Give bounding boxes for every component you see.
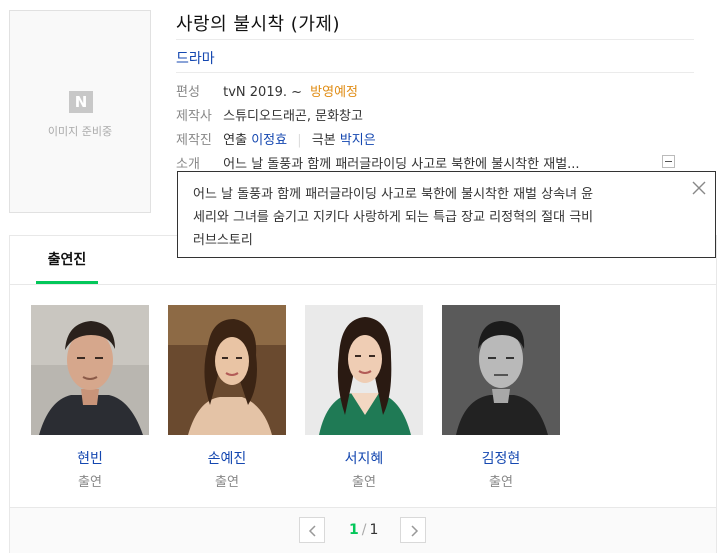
cast-photo[interactable] xyxy=(442,305,560,435)
naver-logo-icon: N xyxy=(69,91,93,113)
total-pages: 1 xyxy=(369,522,379,538)
cast-item[interactable]: 현빈 출연 xyxy=(31,305,149,490)
current-page: 1 xyxy=(349,522,359,538)
tab-active-indicator xyxy=(36,281,98,284)
cast-name-link[interactable]: 손예진 xyxy=(168,448,286,468)
cast-role: 출연 xyxy=(489,475,513,490)
cast-item[interactable]: 김정현 출연 xyxy=(442,305,560,490)
intro-popup: 어느 날 돌풍과 함께 패러글라이딩 사고로 북한에 불시착한 재벌 상속녀 윤… xyxy=(177,171,716,258)
cast-role: 출연 xyxy=(78,475,102,490)
cast-role: 출연 xyxy=(352,475,376,490)
cast-section: 출연진 현빈 출연 손예진 출연 서지혜 출연 김정현 출연 1 / 1 xyxy=(9,235,717,553)
pagination: 1/1 xyxy=(10,507,716,553)
chevron-right-icon xyxy=(411,525,419,537)
producer-label: 제작사 xyxy=(176,109,212,124)
divider xyxy=(176,72,694,73)
collapse-icon[interactable] xyxy=(662,155,675,168)
producer-value: 스튜디오드래곤, 문화창고 xyxy=(223,109,363,124)
cast-photo[interactable] xyxy=(305,305,423,435)
intro-label: 소개 xyxy=(176,157,200,172)
genre-link[interactable]: 드라마 xyxy=(176,48,215,68)
close-icon[interactable] xyxy=(691,180,707,196)
cast-photo[interactable] xyxy=(31,305,149,435)
broadcast-value: tvN 2019. ~ xyxy=(223,85,303,100)
cast-list: 현빈 출연 손예진 출연 서지혜 출연 김정현 출연 xyxy=(10,285,716,507)
page-indicator: 1/1 xyxy=(349,522,378,538)
writer-link[interactable]: 박지은 xyxy=(340,133,376,148)
cast-item[interactable]: 서지혜 출연 xyxy=(305,305,423,490)
broadcast-label: 편성 xyxy=(176,85,200,100)
cast-photo[interactable] xyxy=(168,305,286,435)
staff-label: 제작진 xyxy=(176,133,212,148)
prev-page-button[interactable] xyxy=(299,517,325,543)
chevron-left-icon xyxy=(308,525,316,537)
cast-role: 출연 xyxy=(215,475,239,490)
intro-full-line: 러브스토리 xyxy=(193,233,253,248)
cast-name-link[interactable]: 현빈 xyxy=(31,448,149,468)
page-separator: / xyxy=(361,522,367,538)
next-page-button[interactable] xyxy=(400,517,426,543)
poster-placeholder: N 이미지 준비중 xyxy=(9,10,151,213)
director-role: 연출 xyxy=(223,133,248,148)
tab-cast[interactable]: 출연진 xyxy=(36,236,98,284)
cast-item[interactable]: 손예진 출연 xyxy=(168,305,286,490)
intro-full-line: 세리와 그녀를 숨기고 지키다 사랑하게 되는 특급 장교 리정혁의 절대 극비 xyxy=(193,210,594,225)
page-title: 사랑의 불시착 (가제) xyxy=(176,14,340,35)
cast-name-link[interactable]: 서지혜 xyxy=(305,448,423,468)
image-preparing-text: 이미지 준비중 xyxy=(47,125,113,138)
divider xyxy=(176,39,694,40)
intro-full-line: 어느 날 돌풍과 함께 패러글라이딩 사고로 북한에 불시착한 재벌 상속녀 윤 xyxy=(193,187,594,202)
producer-row: 제작사 스튜디오드래곤, 문화창고 xyxy=(176,105,363,124)
broadcast-status: 방영예정 xyxy=(310,85,359,100)
separator: | xyxy=(297,133,302,148)
staff-row: 제작진 연출 이정효 | 극본 박지은 xyxy=(176,129,376,148)
intro-row: 소개 어느 날 돌풍과 함께 패러글라이딩 사고로 북한에 불시착한 재벌... xyxy=(176,153,580,172)
director-link[interactable]: 이정효 xyxy=(251,133,287,148)
cast-name-link[interactable]: 김정현 xyxy=(442,448,560,468)
broadcast-row: 편성 tvN 2019. ~ 방영예정 xyxy=(176,81,358,100)
intro-summary: 어느 날 돌풍과 함께 패러글라이딩 사고로 북한에 불시착한 재벌... xyxy=(223,157,580,172)
writer-role: 극본 xyxy=(311,133,336,148)
